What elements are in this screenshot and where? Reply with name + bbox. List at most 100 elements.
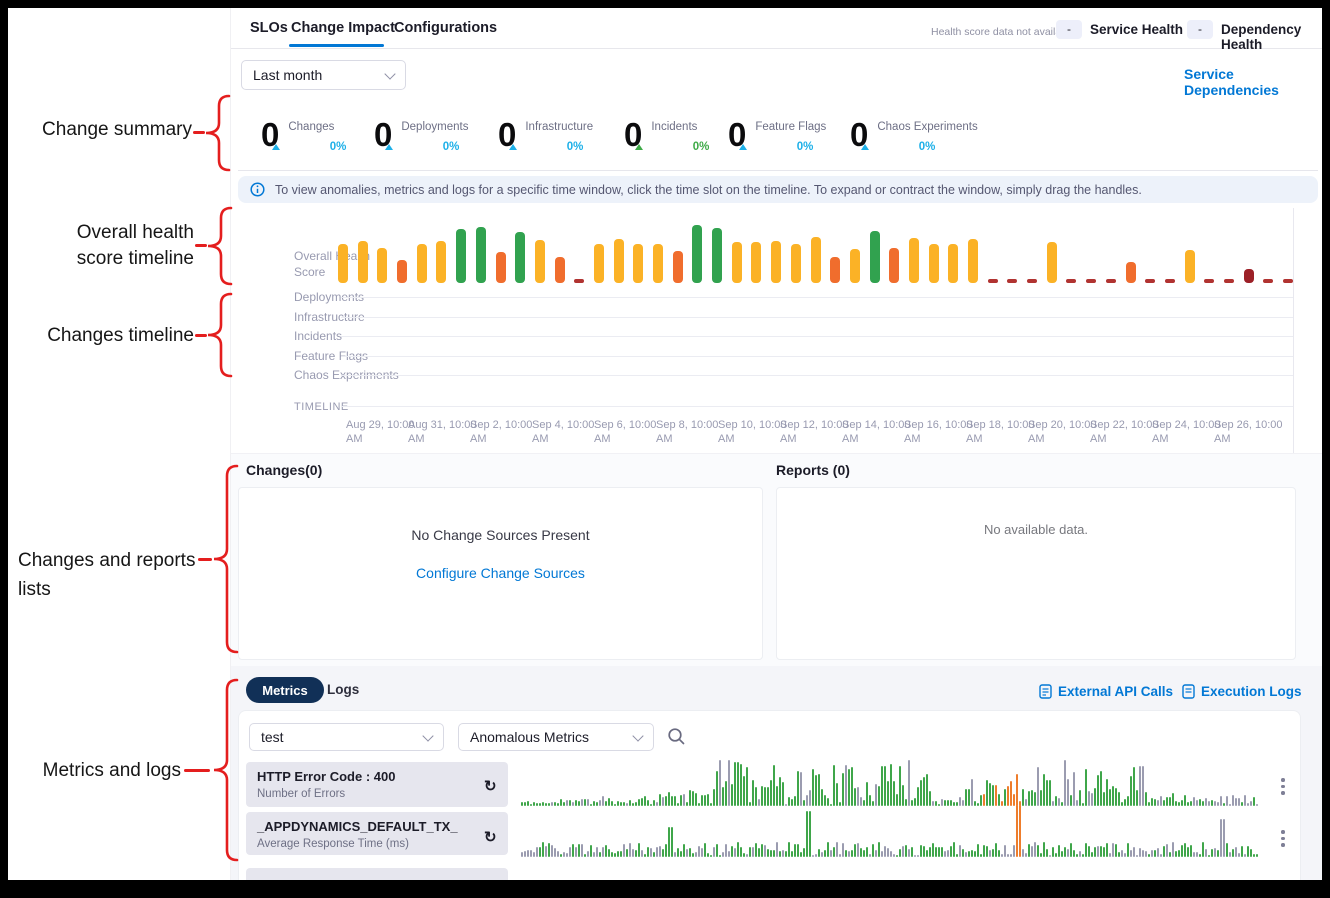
health-score-bar[interactable] [889,248,899,283]
screenshot-frame [0,0,8,898]
health-score-bar[interactable] [1224,279,1234,283]
metric-type-select[interactable]: Anomalous Metrics [458,723,654,751]
service-dependencies-link[interactable]: Service Dependencies [1184,66,1322,98]
changes-empty-text: No Change Sources Present [239,527,762,543]
annotation-changes-timeline: Changes timeline [28,323,194,349]
tab-configurations[interactable]: Configurations [394,20,497,36]
tab-slos[interactable]: SLOs [250,20,288,36]
execution-logs-link[interactable]: Execution Logs [1182,684,1302,699]
health-score-bar[interactable] [909,238,919,283]
external-api-calls-link[interactable]: External API Calls [1039,684,1173,699]
metric-row-partial[interactable] [246,868,508,880]
health-score-bar[interactable] [1244,269,1254,283]
health-score-bar[interactable] [1283,279,1293,283]
timeline-tick: Sep 2, 10:00AM [470,418,532,446]
metric-row-label[interactable]: HTTP Error Code : 400 Number of Errors [246,762,508,807]
log-document-icon [1182,684,1195,699]
service-health-dashboard: SLOs Change Impact Configurations Health… [230,8,1322,880]
metric-row-label[interactable]: _APPDYNAMICS_DEFAULT_TX_ Average Respons… [246,812,508,855]
summary-delta: 0% [443,141,460,153]
annotation-line: Changes timeline [28,323,194,349]
refresh-icon[interactable]: ↻ [484,828,497,846]
health-score-bar[interactable] [1007,279,1017,283]
health-score-bar[interactable] [1086,279,1096,283]
timeline-tick: Aug 31, 10:00AM [408,418,470,446]
annotation-brace [204,206,234,286]
health-score-bar[interactable] [456,229,466,283]
metric-title: _APPDYNAMICS_DEFAULT_TX_ [257,819,497,835]
external-api-calls-label: External API Calls [1058,684,1173,699]
kebab-menu-icon[interactable] [1279,828,1287,849]
health-score-bar[interactable] [791,244,801,283]
health-score-bar[interactable] [436,241,446,283]
health-score-bar[interactable] [968,239,978,283]
refresh-icon[interactable]: ↻ [484,777,497,795]
health-score-bar[interactable] [515,232,525,283]
timeline-tick: Sep 14, 10:00AM [842,418,904,446]
metric-sparkline [521,811,1261,857]
health-score-bar[interactable] [751,242,761,283]
reports-panel-title: Reports (0) [776,462,850,478]
tab-logs[interactable]: Logs [327,682,359,697]
metric-service-select[interactable]: test [249,723,444,751]
health-score-bar[interactable] [594,244,604,283]
health-score-bar[interactable] [1066,279,1076,283]
screenshot-frame [1322,0,1330,898]
health-score-bar[interactable] [653,244,663,283]
health-score-bar[interactable] [397,260,407,283]
health-score-bar[interactable] [1185,250,1195,283]
tab-change-impact[interactable]: Change Impact [291,20,395,36]
health-score-bar[interactable] [1126,262,1136,283]
health-score-bar[interactable] [1263,279,1273,283]
annotation-brace [210,678,240,862]
health-score-bar[interactable] [1047,242,1057,283]
timeline-tick: Sep 4, 10:00AM [532,418,594,446]
health-score-bar[interactable] [870,231,880,283]
search-icon[interactable] [667,727,686,746]
chevron-down-icon [384,68,395,79]
health-score-bar[interactable] [417,244,427,283]
health-score-bar[interactable] [358,241,368,283]
health-score-bar[interactable] [850,249,860,283]
summary-delta: 0% [693,141,710,153]
kebab-menu-icon[interactable] [1279,776,1287,797]
health-score-bar[interactable] [476,227,486,283]
health-score-bar[interactable] [377,248,387,283]
configure-change-sources-link[interactable]: Configure Change Sources [239,565,762,581]
health-score-bar[interactable] [496,252,506,283]
annotation-line: Change summary [20,117,192,143]
metric-sparkline [521,758,1261,806]
health-score-bar[interactable] [614,239,624,283]
health-score-bar[interactable] [1027,279,1037,283]
delta-up-icon [861,144,869,150]
health-score-bar[interactable] [948,244,958,283]
timeline-row-line [341,317,1293,318]
health-score-bar[interactable] [338,244,348,283]
annotation-line: Metrics and logs [35,758,181,784]
active-tab-underline [289,44,384,47]
reports-empty-text: No available data. [777,522,1295,537]
health-score-bar[interactable] [633,244,643,283]
health-score-bar[interactable] [1145,279,1155,283]
health-score-bar[interactable] [535,240,545,284]
health-score-bar[interactable] [929,244,939,283]
health-score-bar[interactable] [811,237,821,283]
health-score-bar[interactable] [712,228,722,283]
health-score-bar[interactable] [732,242,742,283]
health-score-bar[interactable] [1106,279,1116,283]
tab-metrics[interactable]: Metrics [246,677,324,703]
timeline-tick: Sep 26, 10:00AM [1214,418,1276,446]
health-score-bar[interactable] [574,279,584,283]
health-score-bar[interactable] [1204,279,1214,283]
health-score-bar[interactable] [771,241,781,283]
health-score-bar[interactable] [692,225,702,283]
time-range-select[interactable]: Last month [241,60,406,90]
changes-panel-title: Changes(0) [246,462,322,478]
health-score-bar[interactable] [1165,279,1175,283]
health-score-bar[interactable] [830,257,840,283]
health-score-bar[interactable] [555,257,565,283]
timeline-tick: Sep 10, 10:00AM [718,418,780,446]
summary-stat: 0 Feature Flags 0% [728,116,826,154]
health-score-bar[interactable] [988,279,998,283]
health-score-bar[interactable] [673,251,683,283]
